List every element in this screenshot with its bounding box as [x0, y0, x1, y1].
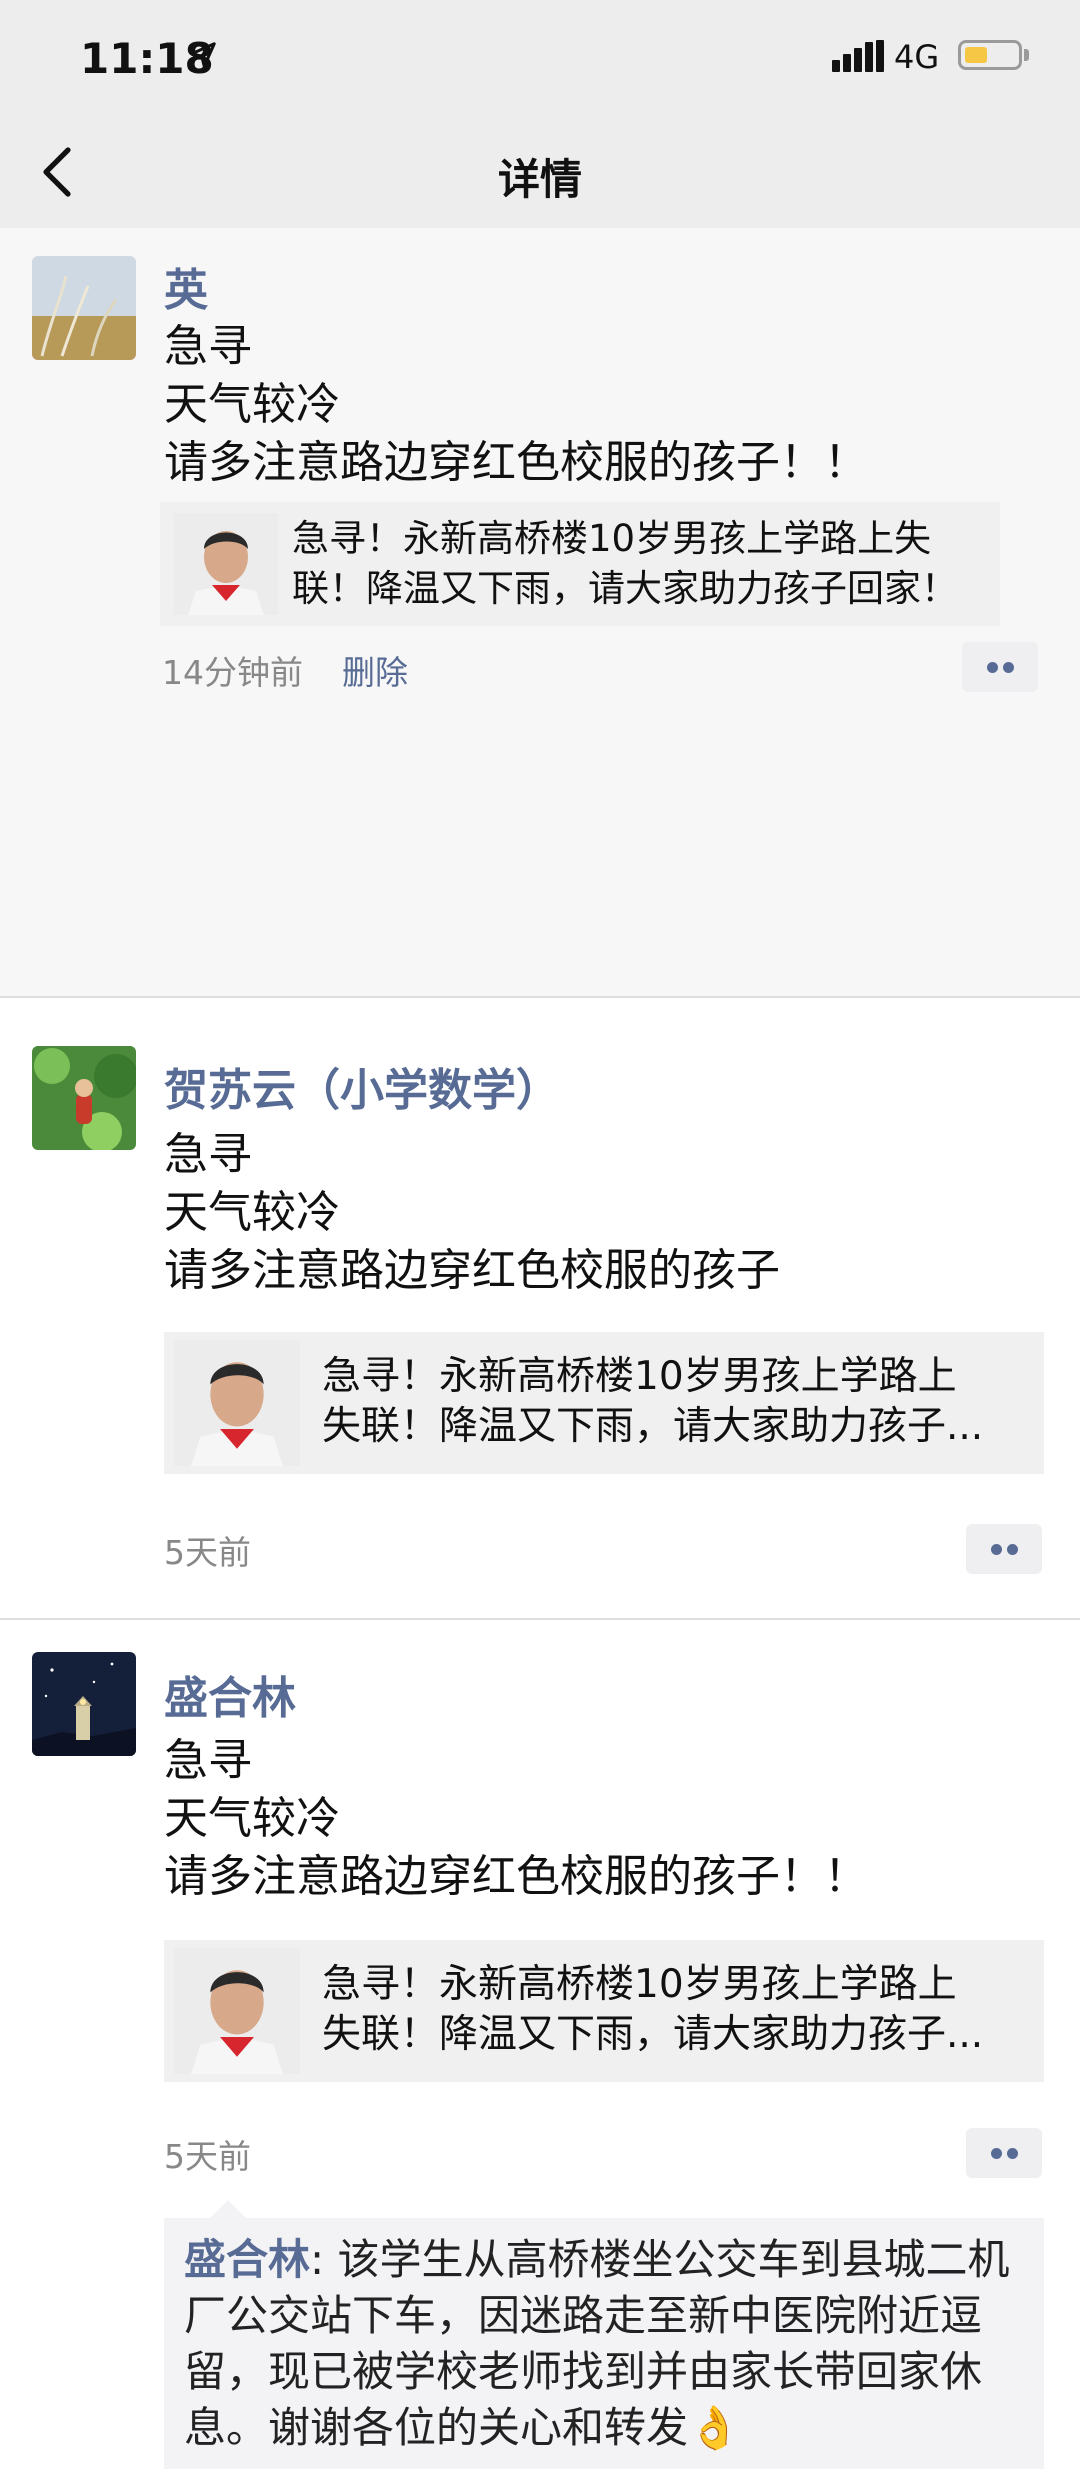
post-text: 急寻 天气较冷 请多注意路边穿红色校服的孩子 [164, 1126, 780, 1300]
post-text-line: 天气较冷 [164, 1793, 340, 1844]
comment-box: 盛合林: 该学生从高桥楼坐公交车到县城二机厂公交站下车，因迷路走至新中医院附近逗… [164, 2200, 1044, 2469]
post-time: 5天前 [164, 2137, 251, 2176]
shared-link-card[interactable]: 急寻！永新高桥楼10岁男孩上学路上失 联！降温又下雨，请大家助力孩子回家！ [160, 502, 1000, 626]
link-title: 急寻！永新高桥楼10岁男孩上学路上 失联！降温又下雨，请大家助力孩子... [322, 1960, 1022, 2060]
nav-bar: 详情 [0, 116, 1080, 228]
link-title: 急寻！永新高桥楼10岁男孩上学路上 失联！降温又下雨，请大家助力孩子... [322, 1352, 1022, 1452]
post-author[interactable]: 盛合林 [164, 1662, 296, 1726]
link-title-line: 急寻！永新高桥楼10岁男孩上学路上失 [292, 517, 932, 560]
avatar[interactable] [32, 1046, 136, 1150]
link-thumbnail [174, 1340, 300, 1466]
shared-link-card[interactable]: 急寻！永新高桥楼10岁男孩上学路上 失联！降温又下雨，请大家助力孩子... [164, 1940, 1044, 2082]
location-arrow-icon [190, 42, 216, 68]
more-dots-icon[interactable] [966, 2128, 1042, 2178]
link-thumbnail [174, 1948, 300, 2074]
post-text-line: 天气较冷 [164, 1187, 340, 1238]
link-title-line: 急寻！永新高桥楼10岁男孩上学路上 [322, 1962, 957, 2007]
post-author[interactable]: 贺苏云（小学数学） [164, 1054, 560, 1118]
divider [0, 1618, 1080, 1620]
shared-link-card[interactable]: 急寻！永新高桥楼10岁男孩上学路上 失联！降温又下雨，请大家助力孩子... [164, 1332, 1044, 1474]
post-time: 14分钟前 [162, 653, 303, 692]
comment: 盛合林: 该学生从高桥楼坐公交车到县城二机厂公交站下车，因迷路走至新中医院附近逗… [184, 2232, 1034, 2456]
status-bar: 11:18 4G [0, 0, 1080, 116]
post-author[interactable]: 英 [164, 254, 208, 318]
post-text-line: 请多注意路边穿红色校服的孩子！！ [164, 1851, 868, 1902]
delete-link[interactable]: 删除 [342, 646, 408, 694]
page-title: 详情 [497, 155, 582, 204]
post-text: 急寻 天气较冷 请多注意路边穿红色校服的孩子！！ [164, 318, 868, 492]
post-text-line: 急寻 [164, 321, 252, 372]
post-text-line: 请多注意路边穿红色校服的孩子 [164, 1245, 780, 1296]
battery-icon [958, 40, 1022, 70]
post-time: 5天前 [164, 1533, 251, 1572]
more-dots-icon[interactable] [966, 1524, 1042, 1574]
post-text-line: 急寻 [164, 1735, 252, 1786]
link-title: 急寻！永新高桥楼10岁男孩上学路上失 联！降温又下雨，请大家助力孩子回家！ [292, 514, 992, 614]
link-title-line: 失联！降温又下雨，请大家助力孩子... [322, 2012, 984, 2057]
link-title-line: 联！降温又下雨，请大家助力孩子回家！ [292, 567, 958, 610]
link-thumbnail [174, 513, 278, 615]
link-title-line: 急寻！永新高桥楼10岁男孩上学路上 [322, 1354, 957, 1399]
post-text-line: 急寻 [164, 1129, 252, 1180]
avatar[interactable] [32, 256, 136, 360]
battery-cap [1024, 49, 1029, 61]
post-text: 急寻 天气较冷 请多注意路边穿红色校服的孩子！！ [164, 1732, 868, 1906]
post-text-line: 天气较冷 [164, 379, 340, 430]
more-dots-icon[interactable] [962, 642, 1038, 692]
post-text-line: 请多注意路边穿红色校服的孩子！！ [164, 437, 868, 488]
signal-bars-icon [832, 40, 884, 72]
avatar[interactable] [32, 1652, 136, 1756]
comment-author[interactable]: 盛合林 [184, 2235, 310, 2284]
divider [0, 996, 1080, 998]
network-type: 4G [894, 38, 940, 76]
link-title-line: 失联！降温又下雨，请大家助力孩子... [322, 1404, 984, 1449]
